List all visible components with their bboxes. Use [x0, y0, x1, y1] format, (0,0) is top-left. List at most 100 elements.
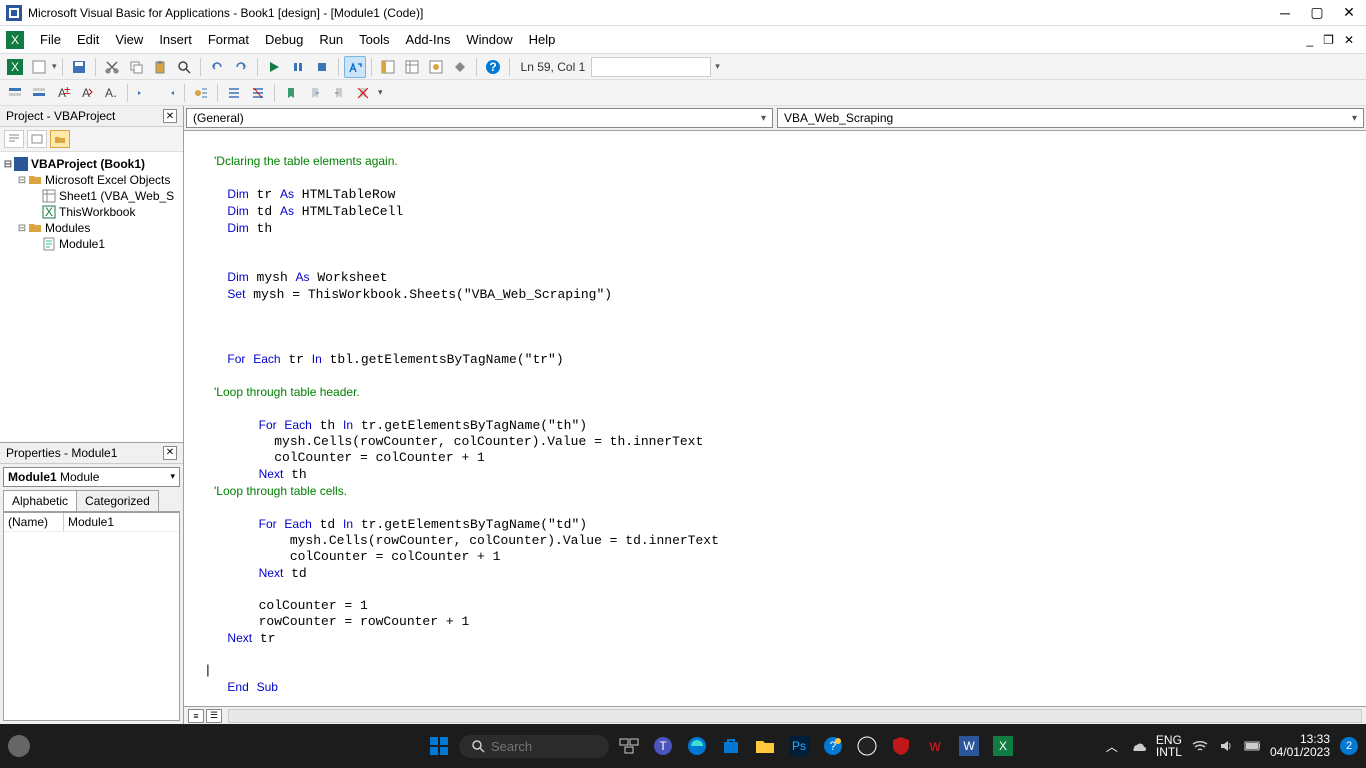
procedure-view-icon[interactable]: ≡ [188, 709, 204, 723]
tree-modules[interactable]: ⊟ Modules [2, 220, 181, 236]
menu-format[interactable]: Format [200, 28, 257, 51]
maximize-button[interactable]: ▢ [1310, 6, 1324, 20]
toggle-folders-icon[interactable] [50, 130, 70, 148]
excel-icon[interactable]: X [989, 732, 1017, 760]
list-constants-icon[interactable] [28, 82, 50, 104]
photoshop-icon[interactable]: Ps [785, 732, 813, 760]
code-editor[interactable]: 'Dclaring the table elements again. Dim … [184, 131, 1366, 706]
start-button[interactable] [425, 732, 453, 760]
project-tree[interactable]: ⊟ VBAProject (Book1) ⊟ Microsoft Excel O… [0, 152, 183, 443]
break-icon[interactable] [287, 56, 309, 78]
help-icon[interactable]: ? [482, 56, 504, 78]
properties-window-icon[interactable] [401, 56, 423, 78]
tab-categorized[interactable]: Categorized [76, 490, 159, 511]
webadvisor-icon[interactable]: W [921, 732, 949, 760]
property-row[interactable]: (Name) Module1 [4, 513, 179, 532]
word-icon[interactable]: W [955, 732, 983, 760]
mdi-restore[interactable]: ❐ [1321, 31, 1336, 49]
clock[interactable]: 13:33 04/01/2023 [1270, 733, 1330, 759]
indent-icon[interactable] [133, 82, 155, 104]
teams-icon[interactable]: T [649, 732, 677, 760]
view-object-icon[interactable] [27, 130, 47, 148]
reset-icon[interactable] [311, 56, 333, 78]
task-view-icon[interactable] [615, 732, 643, 760]
save-icon[interactable] [68, 56, 90, 78]
menu-addins[interactable]: Add-Ins [398, 28, 459, 51]
tree-thisworkbook[interactable]: X ThisWorkbook [2, 204, 181, 220]
complete-word-icon[interactable]: A‥ [100, 82, 122, 104]
menu-debug[interactable]: Debug [257, 28, 311, 51]
property-value[interactable]: Module1 [64, 513, 179, 531]
copy-icon[interactable] [125, 56, 147, 78]
object-browser-icon[interactable] [425, 56, 447, 78]
menu-window[interactable]: Window [458, 28, 520, 51]
taskbar-search[interactable] [459, 735, 609, 758]
tree-excel-objects[interactable]: ⊟ Microsoft Excel Objects [2, 172, 181, 188]
design-mode-icon[interactable] [344, 56, 366, 78]
minimize-button[interactable]: ─ [1278, 6, 1292, 20]
chevron-up-icon[interactable]: ︿ [1104, 738, 1120, 754]
find-icon[interactable] [173, 56, 195, 78]
list-properties-icon[interactable] [4, 82, 26, 104]
tab-alphabetic[interactable]: Alphabetic [3, 490, 77, 511]
menu-edit[interactable]: Edit [69, 28, 107, 51]
language-indicator[interactable]: ENG INTL [1156, 734, 1182, 758]
breakpoint-icon[interactable] [190, 82, 212, 104]
prev-bookmark-icon[interactable] [328, 82, 350, 104]
quick-info-icon[interactable]: A± [52, 82, 74, 104]
next-bookmark-icon[interactable] [304, 82, 326, 104]
procedure-dropdown[interactable]: VBA_Web_Scraping ▾ [777, 108, 1364, 128]
paste-icon[interactable] [149, 56, 171, 78]
toolbar-dropdown[interactable] [591, 57, 711, 77]
toggle-bookmark-icon[interactable] [280, 82, 302, 104]
edge-icon[interactable] [683, 732, 711, 760]
tree-module1[interactable]: Module1 [2, 236, 181, 252]
redo-icon[interactable] [230, 56, 252, 78]
view-code-icon[interactable] [4, 130, 24, 148]
project-explorer-icon[interactable] [377, 56, 399, 78]
tree-root[interactable]: ⊟ VBAProject (Book1) [2, 156, 181, 172]
menu-run[interactable]: Run [311, 28, 351, 51]
project-explorer-close[interactable]: ✕ [163, 109, 177, 123]
close-button[interactable]: ✕ [1342, 6, 1356, 20]
object-dropdown[interactable]: (General) ▾ [186, 108, 773, 128]
menu-file[interactable]: File [32, 28, 69, 51]
mdi-close[interactable]: ✕ [1342, 31, 1356, 49]
menu-tools[interactable]: Tools [351, 28, 397, 51]
wifi-icon[interactable] [1192, 738, 1208, 754]
menu-help[interactable]: Help [521, 28, 564, 51]
separator [476, 58, 477, 76]
clear-bookmarks-icon[interactable] [352, 82, 374, 104]
store-icon[interactable] [717, 732, 745, 760]
notification-badge[interactable]: 2 [1340, 737, 1358, 755]
onedrive-icon[interactable] [1130, 738, 1146, 754]
explorer-icon[interactable] [751, 732, 779, 760]
volume-icon[interactable] [1218, 738, 1234, 754]
menu-view[interactable]: View [107, 28, 151, 51]
tree-sheet1[interactable]: Sheet1 (VBA_Web_S [2, 188, 181, 204]
horizontal-scrollbar[interactable] [228, 709, 1362, 723]
run-icon[interactable] [263, 56, 285, 78]
battery-icon[interactable] [1244, 738, 1260, 754]
help-app-icon[interactable]: ? [819, 732, 847, 760]
cut-icon[interactable] [101, 56, 123, 78]
toolbox-icon[interactable] [449, 56, 471, 78]
parameter-info-icon[interactable]: A [76, 82, 98, 104]
menu-insert[interactable]: Insert [151, 28, 200, 51]
undo-icon[interactable] [206, 56, 228, 78]
comment-block-icon[interactable] [223, 82, 245, 104]
properties-grid[interactable]: (Name) Module1 [3, 512, 180, 722]
full-module-view-icon[interactable]: ☰ [206, 709, 222, 723]
weather-icon[interactable] [8, 735, 30, 757]
properties-close[interactable]: ✕ [163, 446, 177, 460]
mdi-minimize[interactable]: _ [1304, 31, 1315, 49]
window-controls: ─ ▢ ✕ [1278, 6, 1360, 20]
uncomment-block-icon[interactable] [247, 82, 269, 104]
mcafee-icon[interactable] [887, 732, 915, 760]
search-input[interactable] [491, 739, 591, 754]
properties-object-dropdown[interactable]: Module1 Module ▾ [3, 467, 180, 487]
view-excel-icon[interactable]: X [4, 56, 26, 78]
app-icon-1[interactable] [853, 732, 881, 760]
outdent-icon[interactable] [157, 82, 179, 104]
insert-module-icon[interactable] [28, 56, 50, 78]
